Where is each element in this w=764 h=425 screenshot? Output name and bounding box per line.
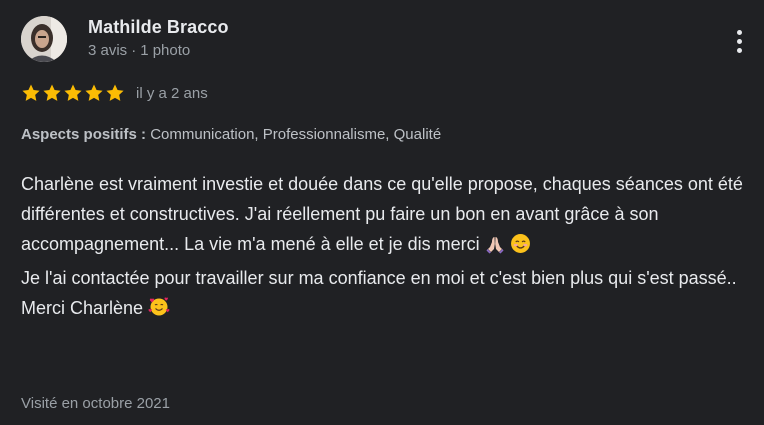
more-vert-icon [736,29,742,35]
meta-separator: · [131,42,137,59]
review-paragraph-3: Merci Charlène [21,293,756,327]
visit-date: Visité en octobre 2021 [21,395,170,412]
review-text: Charlène est vraiment investie et douée … [21,169,756,327]
user-photo-avatar-icon [21,16,67,62]
star-icon [85,84,103,101]
rating-row: il y a 2 ans [21,82,208,104]
star-icon [43,84,61,101]
review-card: Mathilde Bracco 3 avis · 1 photo il y a 2 … [0,0,764,425]
aspects-label: Aspects positifs : [21,126,147,143]
star-icon [106,84,124,101]
review-time: il y a 2 ans [136,84,208,102]
review-paragraph-2: Je l'ai contactée pour travailler sur ma… [21,268,737,288]
photo-count: 1 photo [140,42,191,59]
review-count: 3 avis [88,42,128,59]
smiling-face-emoji [510,233,531,263]
more-options-button[interactable] [724,24,754,58]
praying-hands-emoji [485,233,505,263]
smiling-face-with-hearts-emoji [148,296,170,327]
aspects-values: Communication, Professionnalisme, Qualit… [150,126,442,143]
reviewer-name[interactable]: Mathilde Bracco [88,17,229,38]
star-icon [64,84,82,101]
avatar[interactable] [21,16,67,62]
positive-aspects: Aspects positifs : Communication, Profes… [21,126,441,143]
reviewer-meta: 3 avis · 1 photo [88,42,190,59]
review-paragraph-1: Charlène est vraiment investie et douée … [21,169,756,263]
star-icon [22,84,40,101]
star-rating [21,83,125,103]
